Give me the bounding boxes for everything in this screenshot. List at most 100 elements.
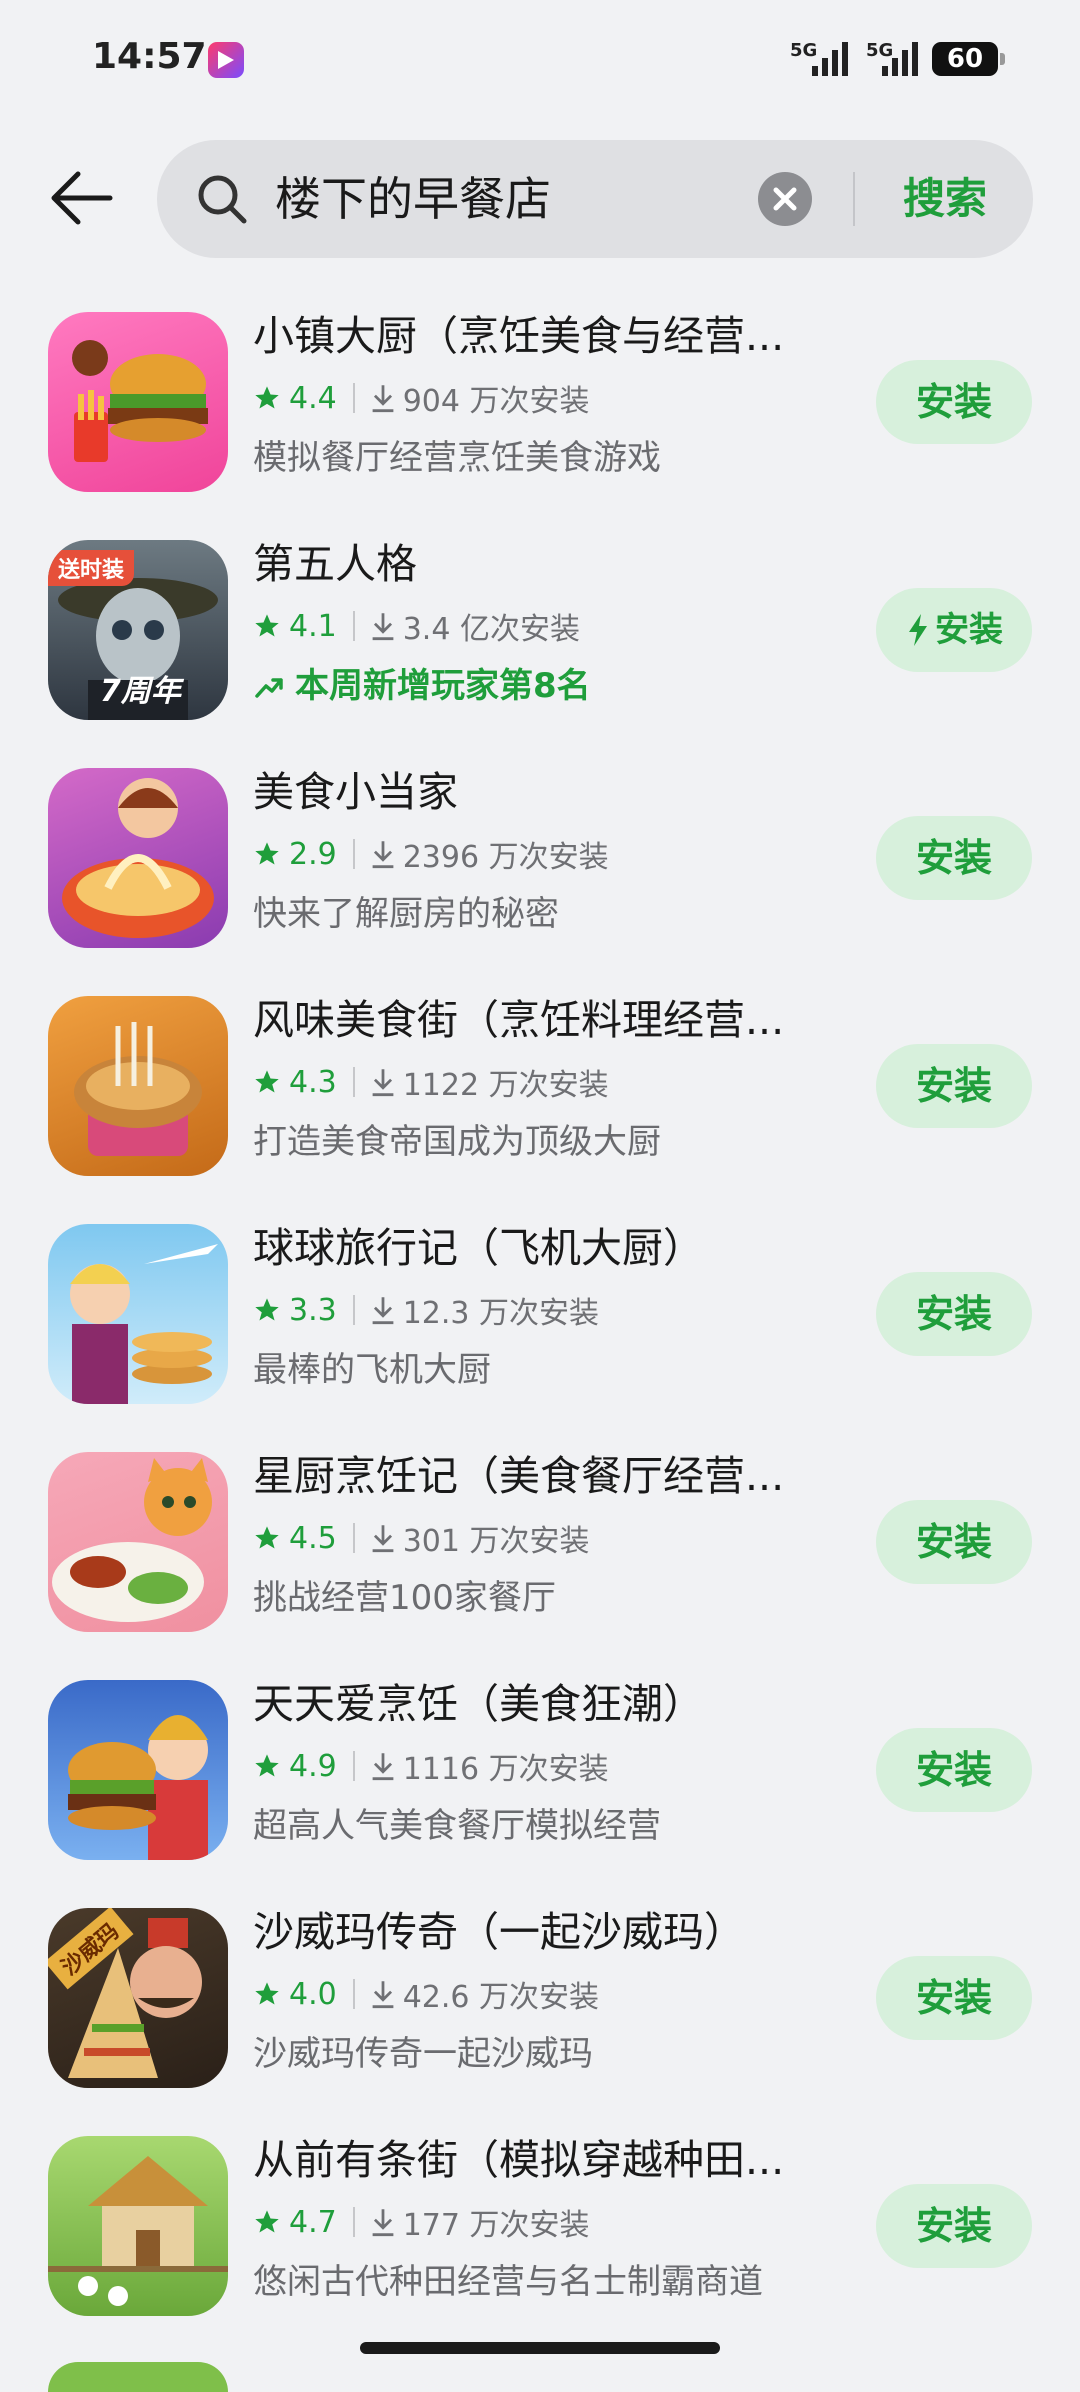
- download-icon: [372, 1525, 394, 1553]
- meta-separator: [352, 839, 355, 869]
- download-icon: [372, 1981, 394, 2009]
- star-icon: [255, 2210, 279, 2233]
- app-list-item[interactable]: 送时装 7周年 第五人格 4.1 3.4 亿次安装 本周新增玩家第8名 安装: [0, 528, 1080, 756]
- install-button[interactable]: 安装: [876, 1272, 1032, 1356]
- app-list-item[interactable]: 天天爱烹饪（美食狂潮） 4.9 1116 万次安装 超高人气美食餐厅模拟经营 安…: [0, 1668, 1080, 1896]
- app-rating: 4.1: [289, 608, 337, 644]
- cat-chef-icon: [52, 1458, 212, 1622]
- download-icon: [372, 2209, 394, 2237]
- meta-separator: [352, 1979, 355, 2009]
- install-label: 安装: [935, 610, 1003, 650]
- farm-house-icon: [48, 2156, 228, 2306]
- install-button[interactable]: 安装: [876, 1500, 1032, 1584]
- download-icon: [372, 1297, 394, 1325]
- star-icon: [255, 842, 279, 865]
- install-button[interactable]: 安装: [876, 816, 1032, 900]
- app-list-item[interactable]: 星厨烹饪记（美食餐厅经营... 4.5 301 万次安装 挑战经营100家餐厅 …: [0, 1440, 1080, 1668]
- app-rating: 2.9: [289, 836, 337, 872]
- install-button[interactable]: 安装: [876, 1044, 1032, 1128]
- app-icon[interactable]: [48, 2136, 228, 2316]
- star-icon: [255, 1754, 279, 1777]
- app-name: 天天爱烹饪（美食狂潮）: [253, 1680, 704, 1728]
- install-button[interactable]: 安装: [876, 2184, 1032, 2268]
- install-button[interactable]: 安装: [876, 360, 1032, 444]
- app-list-item[interactable]: 沙威玛 沙威玛传奇（一起沙威玛） 4.0 42.6 万次安装 沙威玛传奇一起沙威…: [0, 1896, 1080, 2124]
- noodle-bowl-icon: [62, 778, 214, 938]
- app-name: 美食小当家: [253, 768, 458, 816]
- app-list-item[interactable]: 小镇大厨（烹饪美食与经营... 4.4 904 万次安装 模拟餐厅经营烹饪美食游…: [0, 300, 1080, 528]
- download-icon: [372, 1753, 394, 1781]
- app-meta: 4.4 904 万次安装: [253, 378, 590, 419]
- app-description: 挑战经营100家餐厅: [253, 1578, 556, 1618]
- next-app-icon-partial[interactable]: [48, 2362, 228, 2392]
- burger-icon: [72, 340, 208, 462]
- clear-search-button[interactable]: [758, 172, 812, 226]
- app-name: 沙威玛传奇（一起沙威玛）: [253, 1908, 745, 1956]
- trending-up-icon: [255, 678, 283, 698]
- app-icon[interactable]: [48, 1452, 228, 1632]
- star-icon: [255, 1526, 279, 1549]
- icon-badge: 送时装: [48, 550, 135, 586]
- search-button[interactable]: 搜索: [903, 168, 987, 230]
- app-downloads: 42.6 万次安装: [402, 1980, 600, 2015]
- install-label: 安装: [915, 380, 992, 424]
- download-icon: [372, 385, 394, 413]
- install-label: 安装: [915, 2204, 992, 2248]
- app-icon[interactable]: [48, 1680, 228, 1860]
- install-label: 安装: [915, 1976, 992, 2020]
- app-list-item[interactable]: 从前有条街（模拟穿越种田... 4.7 177 万次安装 悠闲古代种田经营与名士…: [0, 2124, 1080, 2352]
- meta-separator: [352, 1523, 355, 1553]
- app-downloads: 177 万次安装: [402, 2208, 590, 2243]
- meta-separator: [352, 1751, 355, 1781]
- app-description: 超高人气美食餐厅模拟经营: [253, 1806, 661, 1846]
- back-arrow-icon: [51, 171, 113, 225]
- app-rating: 4.0: [289, 1976, 337, 2012]
- meta-separator: [352, 1067, 355, 1097]
- search-input[interactable]: 楼下的早餐店: [275, 168, 551, 230]
- app-description: 悠闲古代种田经营与名士制霸商道: [253, 2262, 763, 2302]
- app-rating: 4.7: [289, 2204, 337, 2240]
- app-icon[interactable]: [48, 768, 228, 948]
- signal-icon-2: [882, 40, 918, 76]
- app-icon[interactable]: 沙威玛: [48, 1908, 228, 2088]
- app-meta: 2.9 2396 万次安装: [253, 834, 609, 875]
- meta-separator: [352, 2207, 355, 2237]
- home-indicator[interactable]: [360, 2342, 720, 2354]
- download-icon: [372, 841, 394, 869]
- app-list-item[interactable]: 美食小当家 2.9 2396 万次安装 快来了解厨房的秘密 安装: [0, 756, 1080, 984]
- app-downloads: 1122 万次安装: [402, 1068, 609, 1103]
- app-list-item[interactable]: 风味美食街（烹饪料理经营... 4.3 1122 万次安装 打造美食帝国成为顶级…: [0, 984, 1080, 1212]
- app-downloads: 12.3 万次安装: [402, 1296, 600, 1331]
- app-downloads: 301 万次安装: [402, 1524, 590, 1559]
- app-name: 第五人格: [253, 540, 417, 588]
- app-icon[interactable]: [48, 1224, 228, 1404]
- app-description: 快来了解厨房的秘密: [253, 894, 559, 934]
- app-list-item[interactable]: 球球旅行记（飞机大厨） 3.3 12.3 万次安装 最棒的飞机大厨 安装: [0, 1212, 1080, 1440]
- install-button[interactable]: 安装: [876, 1728, 1032, 1812]
- status-time: 14:57: [92, 36, 207, 77]
- meta-separator: [352, 383, 355, 413]
- app-icon[interactable]: [48, 312, 228, 492]
- app-icon[interactable]: 送时装 7周年: [48, 540, 228, 720]
- back-button[interactable]: [44, 160, 124, 240]
- app-meta: 4.1 3.4 亿次安装: [253, 606, 580, 647]
- app-downloads: 1116 万次安装: [402, 1752, 609, 1787]
- pancake-chef-icon: [70, 1244, 218, 1404]
- app-name: 星厨烹饪记（美食餐厅经营...: [253, 1452, 785, 1500]
- status-bar: 14:57 5G 5G 60: [0, 0, 1080, 120]
- install-button[interactable]: 安装: [876, 1956, 1032, 2040]
- app-description: 本周新增玩家第8名: [295, 666, 591, 706]
- app-downloads: 2396 万次安装: [402, 840, 609, 875]
- app-icon[interactable]: [48, 996, 228, 1176]
- download-icon: [372, 613, 394, 641]
- app-description: 模拟餐厅经营烹饪美食游戏: [253, 438, 661, 478]
- app-name: 从前有条街（模拟穿越种田...: [253, 2136, 785, 2184]
- search-icon: [198, 175, 247, 224]
- app-meta: 4.3 1122 万次安装: [253, 1062, 609, 1103]
- app-meta: 4.5 301 万次安装: [253, 1518, 590, 1559]
- install-button[interactable]: 安装: [876, 588, 1032, 672]
- search-bar[interactable]: 楼下的早餐店 搜索: [157, 140, 1033, 258]
- app-downloads: 3.4 亿次安装: [402, 612, 580, 647]
- star-icon: [255, 614, 279, 637]
- install-label: 安装: [915, 1748, 992, 1792]
